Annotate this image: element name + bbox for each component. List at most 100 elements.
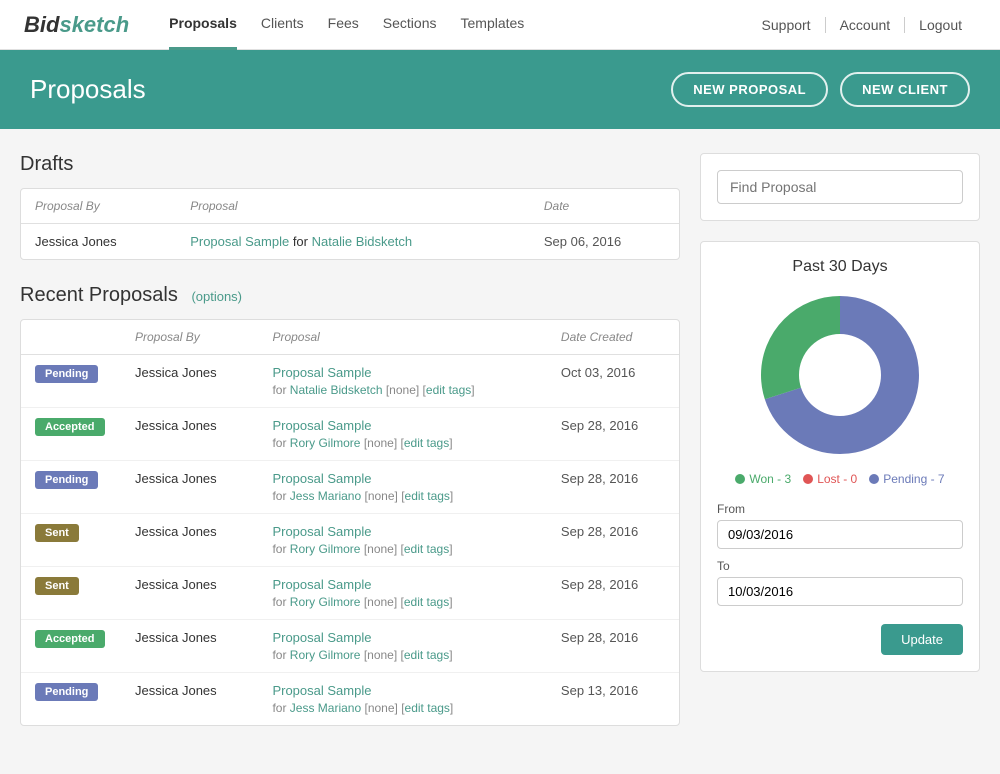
find-proposal-card xyxy=(700,153,980,221)
nav-logout[interactable]: Logout xyxy=(905,17,976,33)
to-date-input[interactable] xyxy=(717,577,963,606)
recent-client-link[interactable]: Jess Mariano xyxy=(290,489,361,503)
main-content: Drafts Proposal By Proposal Date Jessica… xyxy=(0,129,1000,774)
recent-date: Sep 13, 2016 xyxy=(547,673,679,726)
recent-date: Sep 28, 2016 xyxy=(547,620,679,673)
edit-tags-link[interactable]: edit tags xyxy=(404,436,449,450)
drafts-col-proposal: Proposal xyxy=(176,189,530,224)
drafts-col-proposal-by: Proposal By xyxy=(21,189,176,224)
update-button[interactable]: Update xyxy=(881,624,963,655)
recent-date: Sep 28, 2016 xyxy=(547,567,679,620)
date-from-filter: From xyxy=(717,502,963,549)
from-date-input[interactable] xyxy=(717,520,963,549)
recent-proposal-for: for Jess Mariano [none] [edit tags] xyxy=(272,489,532,503)
recent-status-cell: Pending xyxy=(21,673,121,726)
status-badge: Pending xyxy=(35,471,98,489)
table-row: Sent Jessica Jones Proposal Sample for R… xyxy=(21,567,679,620)
right-nav-links: Support Account Logout xyxy=(748,17,976,33)
recent-proposal-for: for Rory Gilmore [none] [edit tags] xyxy=(272,595,532,609)
donut-chart xyxy=(717,290,963,460)
recent-options-link[interactable]: (options) xyxy=(191,289,242,304)
recent-proposal-for: for Natalie Bidsketch [none] [edit tags] xyxy=(272,383,532,397)
recent-table: Proposal By Proposal Date Created Pendin… xyxy=(21,320,679,725)
recent-client-link[interactable]: Rory Gilmore xyxy=(290,542,361,556)
drafts-table: Proposal By Proposal Date Jessica Jones … xyxy=(21,189,679,259)
legend-pending-dot xyxy=(869,474,879,484)
recent-proposal-link[interactable]: Proposal Sample xyxy=(272,577,371,592)
status-badge: Pending xyxy=(35,683,98,701)
nav-fees[interactable]: Fees xyxy=(328,0,359,50)
recent-proposal-link[interactable]: Proposal Sample xyxy=(272,524,371,539)
legend-won-label: Won - 3 xyxy=(749,472,791,486)
nav-sections[interactable]: Sections xyxy=(383,0,437,50)
recent-col-proposal: Proposal xyxy=(258,320,546,355)
to-label: To xyxy=(717,559,963,573)
main-nav-links: Proposals Clients Fees Sections Template… xyxy=(169,0,747,50)
recent-client-link[interactable]: Natalie Bidsketch xyxy=(290,383,383,397)
date-to-filter: To xyxy=(717,559,963,606)
main-nav: Bidsketch Proposals Clients Fees Section… xyxy=(0,0,1000,50)
recent-status-cell: Pending xyxy=(21,355,121,408)
recent-status-cell: Accepted xyxy=(21,620,121,673)
recent-proposal-link[interactable]: Proposal Sample xyxy=(272,630,371,645)
recent-col-date: Date Created xyxy=(547,320,679,355)
edit-tags-link[interactable]: edit tags xyxy=(404,595,449,609)
page-title: Proposals xyxy=(30,74,146,105)
recent-proposal-link[interactable]: Proposal Sample xyxy=(272,471,371,486)
new-proposal-button[interactable]: NEW PROPOSAL xyxy=(671,72,828,107)
recent-proposal-by: Jessica Jones xyxy=(121,355,258,408)
recent-client-link[interactable]: Rory Gilmore xyxy=(290,595,361,609)
recent-status-cell: Sent xyxy=(21,567,121,620)
nav-proposals[interactable]: Proposals xyxy=(169,0,237,50)
recent-proposal-by: Jessica Jones xyxy=(121,673,258,726)
recent-date: Oct 03, 2016 xyxy=(547,355,679,408)
drafts-title: Drafts xyxy=(20,153,680,176)
draft-proposal-link[interactable]: Proposal Sample xyxy=(190,234,289,249)
drafts-table-card: Proposal By Proposal Date Jessica Jones … xyxy=(20,188,680,260)
tags-text: [none] xyxy=(386,383,419,397)
legend-won: Won - 3 xyxy=(735,472,791,486)
right-panel: Past 30 Days xyxy=(700,153,980,750)
find-proposal-input[interactable] xyxy=(717,170,963,204)
table-row: Jessica Jones Proposal Sample for Natali… xyxy=(21,224,679,260)
new-client-button[interactable]: NEW CLIENT xyxy=(840,72,970,107)
recent-proposal-by: Jessica Jones xyxy=(121,567,258,620)
table-row: Pending Jessica Jones Proposal Sample fo… xyxy=(21,355,679,408)
tags-text: [none] xyxy=(365,489,398,503)
recent-proposal-cell: Proposal Sample for Jess Mariano [none] … xyxy=(258,461,546,514)
nav-templates[interactable]: Templates xyxy=(461,0,525,50)
recent-proposal-cell: Proposal Sample for Rory Gilmore [none] … xyxy=(258,514,546,567)
recent-proposal-cell: Proposal Sample for Natalie Bidsketch [n… xyxy=(258,355,546,408)
recent-title: Recent Proposals (options) xyxy=(20,284,680,307)
recent-client-link[interactable]: Jess Mariano xyxy=(290,701,361,715)
nav-support[interactable]: Support xyxy=(748,17,826,33)
edit-tags-link[interactable]: edit tags xyxy=(404,648,449,662)
tags-text: [none] xyxy=(364,595,397,609)
edit-tags-link[interactable]: edit tags xyxy=(404,542,449,556)
legend-lost-label: Lost - 0 xyxy=(817,472,857,486)
edit-tags-link[interactable]: edit tags xyxy=(405,701,450,715)
recent-client-link[interactable]: Rory Gilmore xyxy=(290,436,361,450)
recent-table-card: Proposal By Proposal Date Created Pendin… xyxy=(20,319,680,726)
status-badge: Accepted xyxy=(35,630,105,648)
recent-client-link[interactable]: Rory Gilmore xyxy=(290,648,361,662)
table-row: Sent Jessica Jones Proposal Sample for R… xyxy=(21,514,679,567)
draft-client-link[interactable]: Natalie Bidsketch xyxy=(312,234,412,249)
tags-text: [none] xyxy=(364,542,397,556)
edit-tags-link[interactable]: edit tags xyxy=(405,489,450,503)
logo[interactable]: Bidsketch xyxy=(24,12,129,38)
recent-proposal-for: for Rory Gilmore [none] [edit tags] xyxy=(272,436,532,450)
nav-account[interactable]: Account xyxy=(826,17,906,33)
draft-date: Sep 06, 2016 xyxy=(530,224,679,260)
recent-proposal-link[interactable]: Proposal Sample xyxy=(272,683,371,698)
legend-won-dot xyxy=(735,474,745,484)
nav-clients[interactable]: Clients xyxy=(261,0,304,50)
edit-tags-link[interactable]: edit tags xyxy=(426,383,471,397)
recent-proposal-link[interactable]: Proposal Sample xyxy=(272,418,371,433)
table-row: Pending Jessica Jones Proposal Sample fo… xyxy=(21,673,679,726)
recent-proposal-by: Jessica Jones xyxy=(121,461,258,514)
recent-proposal-link[interactable]: Proposal Sample xyxy=(272,365,371,380)
recent-proposal-cell: Proposal Sample for Jess Mariano [none] … xyxy=(258,673,546,726)
chart-inner-circle xyxy=(800,335,880,415)
legend-lost-dot xyxy=(803,474,813,484)
